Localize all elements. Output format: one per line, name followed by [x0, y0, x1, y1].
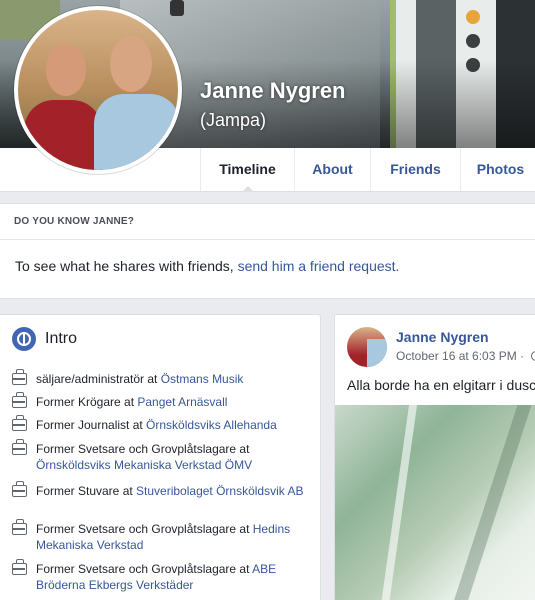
tab-photos[interactable]: Photos [460, 148, 535, 191]
intro-card: Intro säljare/administratör at Östmans M… [0, 314, 321, 600]
do-you-know-body: To see what he shares with friends, [15, 258, 238, 274]
globe-icon [531, 351, 535, 361]
intro-item: säljare/administratör at Östmans Musik [12, 369, 312, 387]
intro-item-link[interactable]: Örnsköldsviks Mekaniska Verkstad ÖMV [36, 458, 252, 472]
intro-item-prefix: Former Krögare at [36, 395, 138, 409]
intro-item-prefix: Former Journalist at [36, 418, 147, 432]
post-image-rail [380, 405, 418, 600]
briefcase-icon [12, 439, 27, 455]
profile-picture[interactable] [14, 6, 182, 174]
post-card: Janne Nygren October 16 at 6:03 PM · All… [334, 314, 535, 600]
profile-name[interactable]: Janne Nygren [200, 78, 346, 104]
do-you-know-box: DO YOU KNOW JANNE? To see what he shares… [0, 203, 535, 299]
intro-title-label: Intro [45, 330, 78, 348]
bus-lamp [466, 34, 480, 48]
intro-item-prefix: Former Svetsare och Grovplåtslagare at [36, 442, 250, 456]
briefcase-icon [12, 369, 27, 385]
intro-item: Former Krögare at Panget Arnäsvall [12, 392, 312, 410]
photo-person-left-head [46, 44, 86, 96]
cover-pedestrian [170, 0, 184, 16]
intro-item-link[interactable]: Örnsköldsviks Allehanda [146, 418, 277, 432]
bus-lamp [466, 10, 480, 24]
profile-photo [18, 10, 178, 170]
intro-item: Former Svetsare och Grovplåtslagare at Ö… [12, 439, 312, 473]
post-image[interactable] [335, 405, 535, 600]
briefcase-icon [12, 559, 27, 575]
post-avatar-figure [367, 339, 387, 367]
post-timestamp[interactable]: October 16 at 6:03 PM · [396, 349, 535, 363]
post-text: Alla borde ha en elgitarr i dusche [347, 377, 535, 393]
tab-timeline[interactable]: Timeline [200, 148, 294, 192]
intro-title: Intro [12, 327, 77, 351]
post-avatar[interactable] [347, 327, 387, 367]
briefcase-icon [12, 481, 27, 497]
intro-item: Former Journalist at Örnsköldsviks Alleh… [12, 415, 312, 433]
briefcase-icon [12, 392, 27, 408]
briefcase-icon [12, 415, 27, 431]
do-you-know-heading: DO YOU KNOW JANNE? [0, 204, 535, 240]
photo-person-left [24, 100, 102, 170]
photo-person-right-head [110, 36, 152, 92]
tab-about[interactable]: About [294, 148, 370, 191]
intro-item-prefix: Former Stuvare at [36, 484, 137, 498]
intro-item-link[interactable]: Panget Arnäsvall [137, 395, 227, 409]
do-you-know-text: To see what he shares with friends, send… [0, 240, 535, 274]
intro-item: Former Svetsare och Grovplåtslagare at H… [12, 519, 312, 553]
post-author[interactable]: Janne Nygren [396, 329, 489, 345]
profile-alternate-name: (Jampa) [200, 110, 267, 130]
friend-request-link[interactable]: send him a friend request. [238, 258, 400, 274]
tab-friends[interactable]: Friends [370, 148, 460, 191]
intro-item-link[interactable]: Stuveribolaget Örnsköldsvik AB [136, 484, 303, 498]
intro-item-link[interactable]: Östmans Musik [161, 372, 244, 386]
briefcase-icon [12, 519, 27, 535]
post-date: October 16 at 6:03 PM · [396, 349, 528, 363]
globe-icon [12, 327, 36, 351]
intro-item-prefix: Former Svetsare och Grovplåtslagare at [36, 522, 253, 536]
intro-item: Former Svetsare och Grovplåtslagare at A… [12, 559, 312, 593]
intro-item-prefix: Former Svetsare och Grovplåtslagare at [36, 562, 253, 576]
photo-person-right [94, 94, 178, 170]
intro-item-prefix: säljare/administratör at [36, 372, 161, 386]
intro-item: Former Stuvare at Stuveribolaget Örnsköl… [12, 481, 312, 499]
post-image-shadow [452, 405, 532, 600]
